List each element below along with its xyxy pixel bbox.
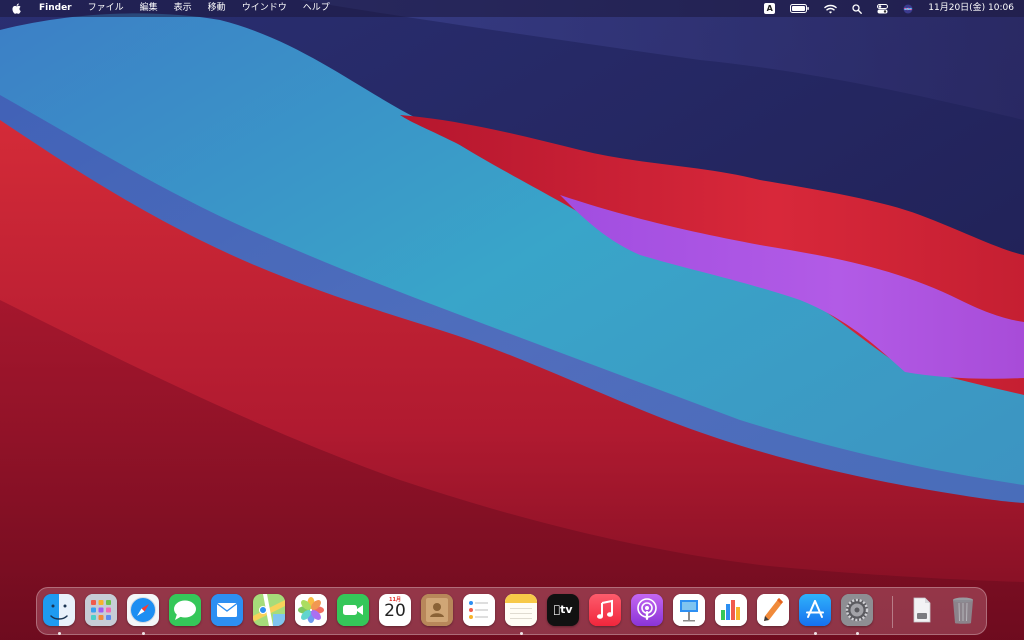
dock-app-safari[interactable] [127,594,159,626]
keynote-icon [673,594,705,626]
dock-app-photos[interactable] [295,594,327,626]
dock-app-messages[interactable] [169,594,201,626]
dock-app-calendar[interactable]: 11月 20 [379,594,411,626]
wallpaper [0,0,1024,640]
battery-menu[interactable] [790,4,810,13]
menu-edit[interactable]: 編集 [140,0,158,17]
running-indicator-safari [141,632,145,635]
reminders-icon [463,594,495,626]
battery-icon [790,4,810,13]
dock-app-launchpad[interactable] [85,594,117,626]
pages-icon [757,594,789,626]
dock-app-facetime[interactable] [337,594,369,626]
dock-app-keynote[interactable] [673,594,705,626]
control-center-icon [877,3,889,13]
app-store-icon [799,594,831,626]
podcasts-icon [631,594,663,626]
input-source-icon: A [764,3,776,14]
dock: 11月 20 tv [36,587,987,635]
dock-app-app-store[interactable] [799,594,831,626]
dock-app-contacts[interactable] [421,594,453,626]
launchpad-icon [85,594,117,626]
wifi-menu[interactable] [824,4,838,14]
dock-app-podcasts[interactable] [631,594,663,626]
photos-icon [295,594,327,626]
facetime-icon [337,594,369,626]
mail-icon [211,594,243,626]
dock-app-numbers[interactable] [715,594,747,626]
dock-app-notes[interactable] [505,594,537,626]
dock-app-tv[interactable]: tv [547,594,579,626]
dock-app-system-preferences[interactable] [841,594,873,626]
notes-icon [505,594,537,626]
siri-icon [903,4,913,13]
clock-menu[interactable]: 11月20日(金) 10:06 [928,0,1014,17]
running-indicator-system-preferences [855,632,859,635]
dock-stack-downloads[interactable] [905,594,937,626]
dock-trash[interactable] [947,594,979,626]
input-source-menu[interactable]: A [764,3,776,14]
downloads-stack-icon [913,597,931,623]
running-indicator-notes [519,632,523,635]
dock-app-pages[interactable] [757,594,789,626]
maps-icon [253,594,285,626]
dock-separator [892,596,893,628]
dock-app-maps[interactable] [253,594,285,626]
menu-file[interactable]: ファイル [88,0,124,17]
tv-icon: tv [547,603,579,616]
search-icon [852,3,863,14]
menu-app-name[interactable]: Finder [39,0,72,17]
apple-icon[interactable] [12,3,21,14]
dock-app-reminders[interactable] [463,594,495,626]
safari-icon [127,594,159,626]
menu-go[interactable]: 移動 [208,0,226,17]
messages-icon [169,594,201,626]
dock-app-music[interactable] [589,594,621,626]
trash-icon [953,597,973,624]
finder-icon [43,594,75,626]
spotlight-menu[interactable] [852,3,863,14]
wifi-icon [824,4,838,13]
running-indicator-app-store [813,632,817,635]
system-preferences-icon [841,594,873,626]
numbers-icon [715,594,747,626]
menu-help[interactable]: ヘルプ [303,0,330,17]
menu-bar: Finder ファイル 編集 表示 移動 ウインドウ ヘルプ A 11月20日(… [0,0,1024,17]
menu-window[interactable]: ウインドウ [242,0,287,17]
tv-label: tv [556,603,572,616]
control-center-menu[interactable] [877,3,889,14]
siri-menu[interactable] [903,4,913,14]
menu-view[interactable]: 表示 [174,0,192,17]
desktop[interactable]: Finder ファイル 編集 表示 移動 ウインドウ ヘルプ A 11月20日(… [0,0,1024,640]
calendar-day: 20 [384,601,406,621]
dock-app-mail[interactable] [211,594,243,626]
music-icon [589,594,621,626]
running-indicator-finder [57,632,61,635]
dock-app-finder[interactable] [43,594,75,626]
contacts-icon [421,594,453,626]
